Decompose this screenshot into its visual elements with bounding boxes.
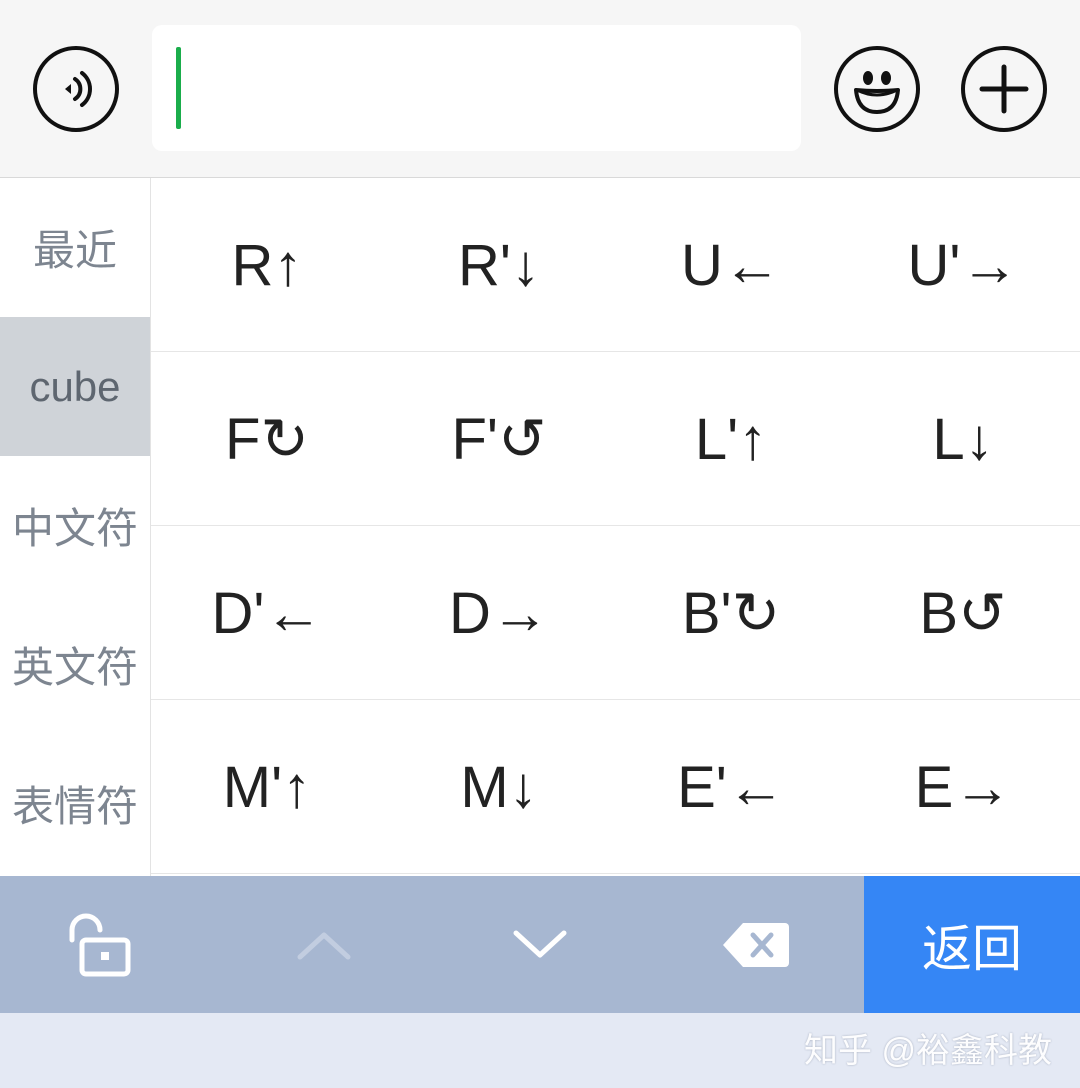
category-label: 表情符 — [11, 783, 138, 830]
symbol-key[interactable]: F'↺ — [383, 352, 615, 526]
symbol-grid: R↑ R'↓ U← U'→ F↻ F'↺ L'↑ L↓ D'← D→ B'↻ B… — [151, 178, 1080, 876]
message-input[interactable] — [152, 25, 801, 151]
category-emoticons[interactable]: 表情符 — [0, 734, 150, 873]
symbol-key[interactable]: R'↓ — [383, 178, 615, 352]
symbol-key[interactable]: R↑ — [151, 178, 383, 352]
lock-button[interactable] — [0, 876, 200, 1013]
category-label: 中文符 — [11, 505, 138, 552]
footer-strip: 知乎 @裕鑫科教 — [0, 1013, 1080, 1088]
return-button[interactable]: 返回 — [864, 876, 1080, 1013]
page-up-button[interactable] — [220, 876, 428, 1013]
chevron-up-icon — [297, 932, 351, 959]
page-down-button[interactable] — [436, 876, 644, 1013]
category-label: 最近 — [32, 227, 117, 274]
symbol-key[interactable]: D→ — [383, 526, 615, 700]
symbol-key[interactable]: U← — [615, 178, 847, 352]
text-caret — [176, 47, 181, 129]
category-label: 英文符 — [11, 644, 138, 691]
plus-icon — [979, 64, 1029, 114]
emoji-button[interactable] — [834, 46, 920, 132]
symbol-key[interactable]: L↓ — [847, 352, 1079, 526]
symbol-category-list: 最近 cube 中文符 英文符 表情符 — [0, 178, 151, 876]
symbol-key[interactable]: M↓ — [383, 700, 615, 874]
more-button[interactable] — [961, 46, 1047, 132]
watermark: 知乎 @裕鑫科教 — [804, 1032, 1052, 1070]
symbol-key[interactable]: F↻ — [151, 352, 383, 526]
category-label: cube — [29, 362, 121, 410]
input-bar — [0, 0, 1080, 178]
voice-icon — [65, 71, 92, 107]
smiley-icon — [854, 71, 900, 114]
symbol-key[interactable]: D'← — [151, 526, 383, 700]
symbol-key[interactable]: U'→ — [847, 178, 1079, 352]
category-english-symbols[interactable]: 英文符 — [0, 595, 150, 734]
symbol-key[interactable]: B↺ — [847, 526, 1079, 700]
symbol-key[interactable]: E→ — [847, 700, 1079, 874]
chevron-down-icon — [513, 930, 567, 957]
category-chinese-symbols[interactable]: 中文符 — [0, 456, 150, 595]
keyboard-action-bar: 返回 — [0, 876, 1080, 1013]
symbol-key[interactable]: L'↑ — [615, 352, 847, 526]
voice-input-button[interactable] — [33, 46, 119, 132]
symbol-key[interactable]: B'↻ — [615, 526, 847, 700]
unlock-icon — [69, 913, 131, 976]
symbol-key[interactable]: M'↑ — [151, 700, 383, 874]
backspace-icon — [723, 922, 789, 967]
symbol-key[interactable]: E'← — [615, 700, 847, 874]
category-recent[interactable]: 最近 — [0, 178, 150, 317]
category-cube[interactable]: cube — [0, 317, 150, 456]
delete-button[interactable] — [652, 876, 860, 1013]
